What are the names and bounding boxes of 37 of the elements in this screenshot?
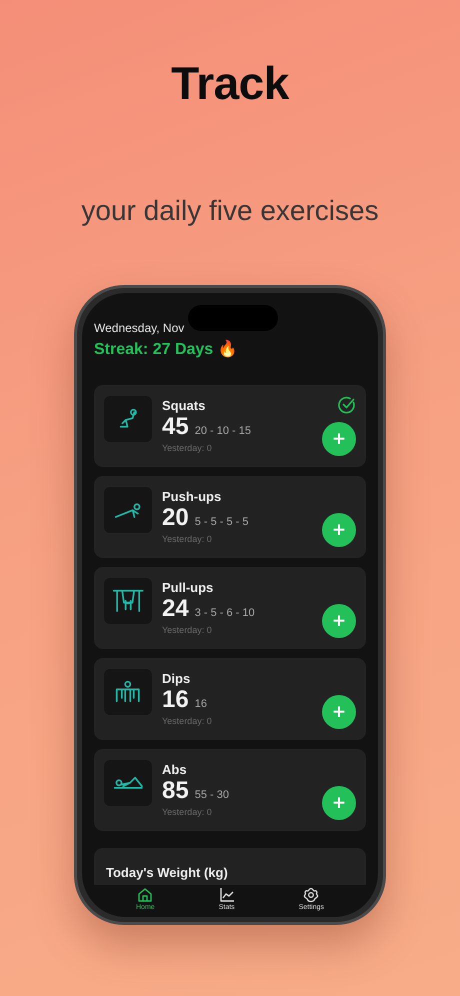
add-button[interactable]: + <box>322 422 356 456</box>
exercise-name: Pull-ups <box>162 580 214 596</box>
settings-icon <box>303 886 320 903</box>
exercise-figure-icon <box>112 588 144 612</box>
chart-icon <box>218 886 235 903</box>
exercise-sets: 55 - 30 <box>194 789 229 802</box>
add-button[interactable]: + <box>322 694 356 729</box>
exercise-sets: 3 - 5 - 6 - 10 <box>194 607 255 620</box>
add-button[interactable]: + <box>322 512 356 547</box>
exercise-total: 16 <box>162 687 189 714</box>
exercise-total: 20 <box>162 505 189 532</box>
exercise-figure-icon <box>115 680 141 704</box>
exercise-sets: 20 - 10 - 15 <box>194 425 251 438</box>
home-icon <box>137 886 154 903</box>
exercise-figure-icon <box>112 776 144 790</box>
exercise-sets: 5 - 5 - 5 - 5 <box>194 516 248 528</box>
exercise-sets: 16 <box>194 698 207 710</box>
exercise-name: Dips <box>162 671 192 686</box>
yesterday-label: Yesterday: 0 <box>162 624 213 635</box>
yesterday-label: Yesterday: 0 <box>162 534 213 544</box>
exercise-name: Push-ups <box>162 489 222 504</box>
yesterday-label: Yesterday: 0 <box>162 806 213 817</box>
exercise-name: Squats <box>162 398 206 414</box>
exercise-total: 45 <box>162 414 189 441</box>
exercise-total: 85 <box>162 778 189 805</box>
add-button[interactable]: + <box>322 786 356 820</box>
streak-label: Streak: 27 Days 🔥 <box>94 338 239 359</box>
yesterday-label: Yesterday: 0 <box>162 716 213 726</box>
exercise-name: Abs <box>162 762 188 778</box>
subtitle: your daily five exercises <box>81 194 379 227</box>
exercise-figure-icon <box>118 408 138 429</box>
exercise-total: 24 <box>162 596 189 623</box>
headline: Track <box>171 58 289 109</box>
weight-title: Today's Weight (kg) <box>106 864 228 880</box>
yesterday-label: Yesterday: 0 <box>162 442 213 453</box>
date-label: Wednesday, Nov <box>94 320 186 335</box>
add-button[interactable]: + <box>322 604 356 638</box>
